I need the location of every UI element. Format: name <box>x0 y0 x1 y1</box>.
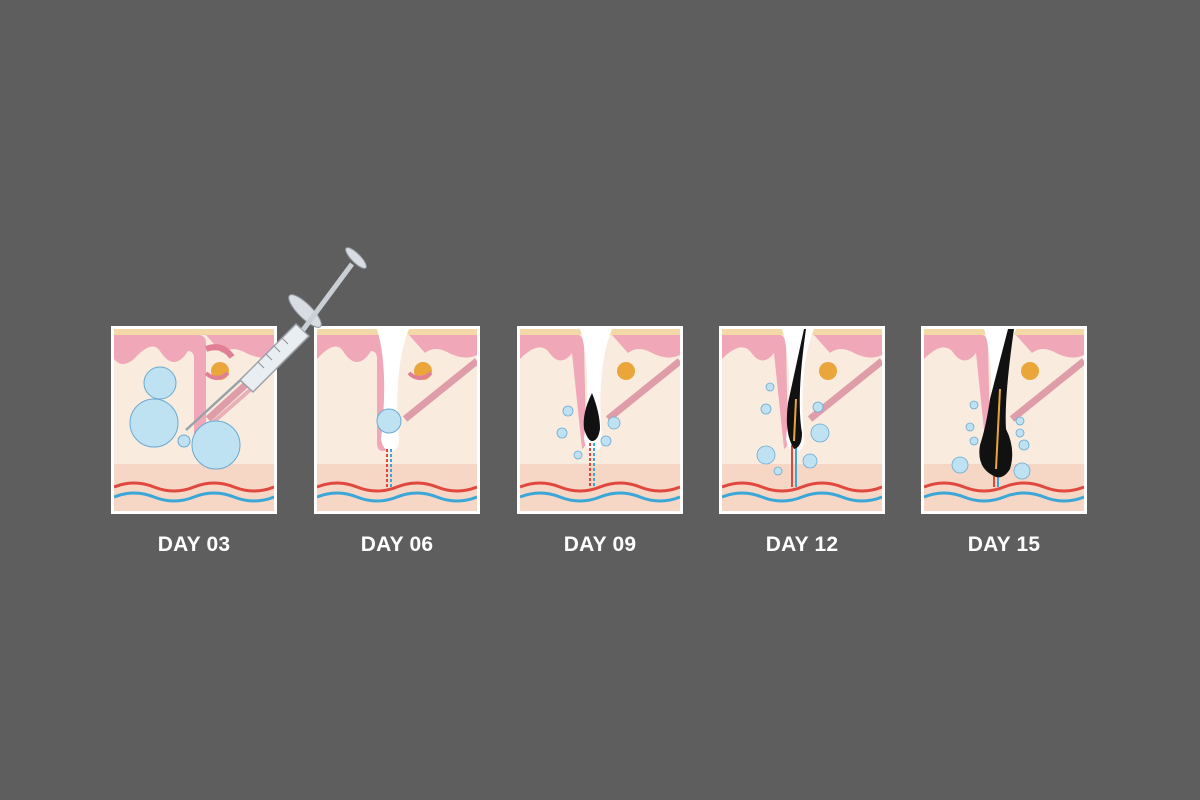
stage-label-day-06: DAY 06 <box>360 533 434 556</box>
skin-cross-section <box>924 329 1084 511</box>
skin-cross-section <box>722 329 882 511</box>
stage-panel-day-12 <box>719 326 885 514</box>
skin-cross-section <box>317 329 477 511</box>
stage-label-day-15: DAY 15 <box>967 533 1041 556</box>
stage-label-day-12: DAY 12 <box>765 533 839 556</box>
skin-cross-section <box>114 329 274 511</box>
skin-cross-section <box>520 329 680 511</box>
stage-panel-day-09 <box>517 326 683 514</box>
stage-panel-day-03 <box>111 326 277 514</box>
stage-label-day-03: DAY 03 <box>157 533 231 556</box>
stage-label-day-09: DAY 09 <box>563 533 637 556</box>
hair-growth-timeline: DAY 03 DAY 06 DAY 09 DAY 12 DAY 15 <box>0 0 1200 800</box>
stage-panel-day-15 <box>921 326 1087 514</box>
stage-panel-day-06 <box>314 326 480 514</box>
